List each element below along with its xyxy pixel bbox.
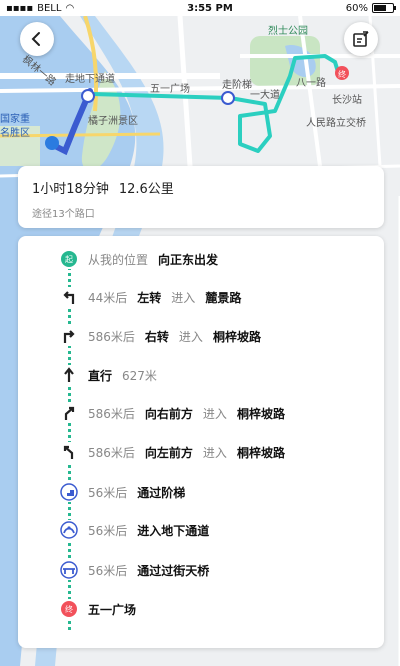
map-label-stairs: 走阶梯 [222, 80, 252, 91]
map-label-national: 国家重 [0, 114, 30, 125]
step-item[interactable]: 56米后 通过阶梯 [18, 477, 384, 507]
carrier-label: BELL [37, 2, 62, 14]
wifi-icon: ◠ [65, 2, 75, 14]
route-duration: 1小时18分钟 [32, 182, 109, 197]
start-badge-icon: 起 [59, 249, 79, 269]
step-action: 左转 [137, 290, 162, 305]
step-prefix: 586米后 [88, 445, 135, 460]
step-action: 右转 [144, 329, 169, 344]
end-badge-icon: 终 [59, 599, 79, 619]
step-item[interactable]: 56米后 进入地下通道 [18, 515, 384, 545]
bear-left-icon [59, 442, 79, 462]
back-arrow-icon [31, 32, 40, 46]
step-action: 向左前方 [144, 445, 193, 460]
step-prefix: 56米后 [88, 523, 128, 538]
step-road: 627米 [122, 368, 157, 383]
step-road: 麓景路 [205, 290, 242, 305]
battery-icon [371, 3, 396, 13]
step-item[interactable]: 586米后 向左前方 进入 桐梓坡路 [18, 437, 384, 467]
step-road: 桐梓坡路 [236, 406, 285, 421]
map-label-bayi: 八一路 [296, 78, 326, 89]
step-action: 直行 [88, 368, 113, 383]
edit-note-icon [353, 31, 369, 47]
step-action: 进入地下通道 [137, 523, 210, 538]
step-item[interactable]: 56米后 通过过街天桥 [18, 555, 384, 585]
map-label-renmin: 人民路立交桥 [306, 118, 366, 129]
step-action: 五一广场 [88, 602, 137, 617]
map-label-famous: 名胜区 [0, 128, 30, 139]
straight-icon [59, 365, 79, 385]
route-distance: 12.6公里 [118, 182, 174, 197]
step-prefix: 56米后 [88, 563, 128, 578]
step-action: 通过阶梯 [137, 485, 186, 500]
route-intersections: 途径13个路口 [32, 209, 95, 220]
underpass-icon [59, 520, 79, 540]
step-enter: 进入 [202, 445, 227, 460]
step-item[interactable]: 终 五一广场 [18, 594, 384, 624]
map-label-yida: 一大道 [250, 90, 280, 101]
back-button[interactable] [20, 22, 54, 56]
turn-right-icon [59, 326, 79, 346]
step-enter: 进入 [178, 329, 203, 344]
step-item[interactable]: 44米后 左转 进入 麓景路 [18, 282, 384, 312]
step-action: 通过过街天桥 [137, 563, 210, 578]
step-road: 桐梓坡路 [212, 329, 261, 344]
svg-text:终: 终 [338, 69, 346, 79]
status-bar: ▪▪▪▪ BELL ◠ 3:55 PM 60% [0, 0, 400, 16]
step-item[interactable]: 起 从我的位置 向正东出发 [18, 244, 384, 274]
step-item[interactable]: 586米后 向右前方 进入 桐梓坡路 [18, 398, 384, 428]
map-label-wuyi: 五一广场 [150, 84, 190, 95]
map-label-station: 长沙站 [332, 95, 362, 106]
step-prefix: 586米后 [88, 406, 135, 421]
my-location-marker [45, 136, 59, 150]
step-enter: 进入 [171, 290, 196, 305]
step-action: 向正东出发 [158, 252, 219, 267]
route-summary-card[interactable]: 1小时18分钟 12.6公里 途径13个路口 [18, 166, 384, 228]
step-action: 向右前方 [144, 406, 193, 421]
step-enter: 进入 [202, 406, 227, 421]
clock: 3:55 PM [187, 2, 233, 14]
step-prefix: 56米后 [88, 485, 128, 500]
feedback-button[interactable] [344, 22, 378, 56]
signal-icon: ▪▪▪▪ [6, 2, 34, 14]
turn-left-icon [59, 287, 79, 307]
step-prefix: 586米后 [88, 329, 135, 344]
bear-right-icon [59, 403, 79, 423]
step-item[interactable]: 直行 627米 [18, 360, 384, 390]
step-item[interactable]: 586米后 右转 进入 桐梓坡路 [18, 321, 384, 351]
route-steps-card[interactable]: 起 从我的位置 向正东出发 44米后 左转 进入 麓景路 586米后 右转 进入… [18, 236, 384, 648]
step-road: 桐梓坡路 [236, 445, 285, 460]
battery-percent: 60% [345, 2, 368, 14]
stairs-icon [59, 482, 79, 502]
map-label-juzizhou: 橘子洲景区 [88, 116, 138, 127]
step-prefix: 从我的位置 [88, 252, 149, 267]
step-prefix: 44米后 [88, 290, 128, 305]
map-label-park: 烈士公园 [268, 26, 308, 37]
map-label-underpass: 走地下通道 [65, 74, 115, 85]
footbridge-icon [59, 560, 79, 580]
